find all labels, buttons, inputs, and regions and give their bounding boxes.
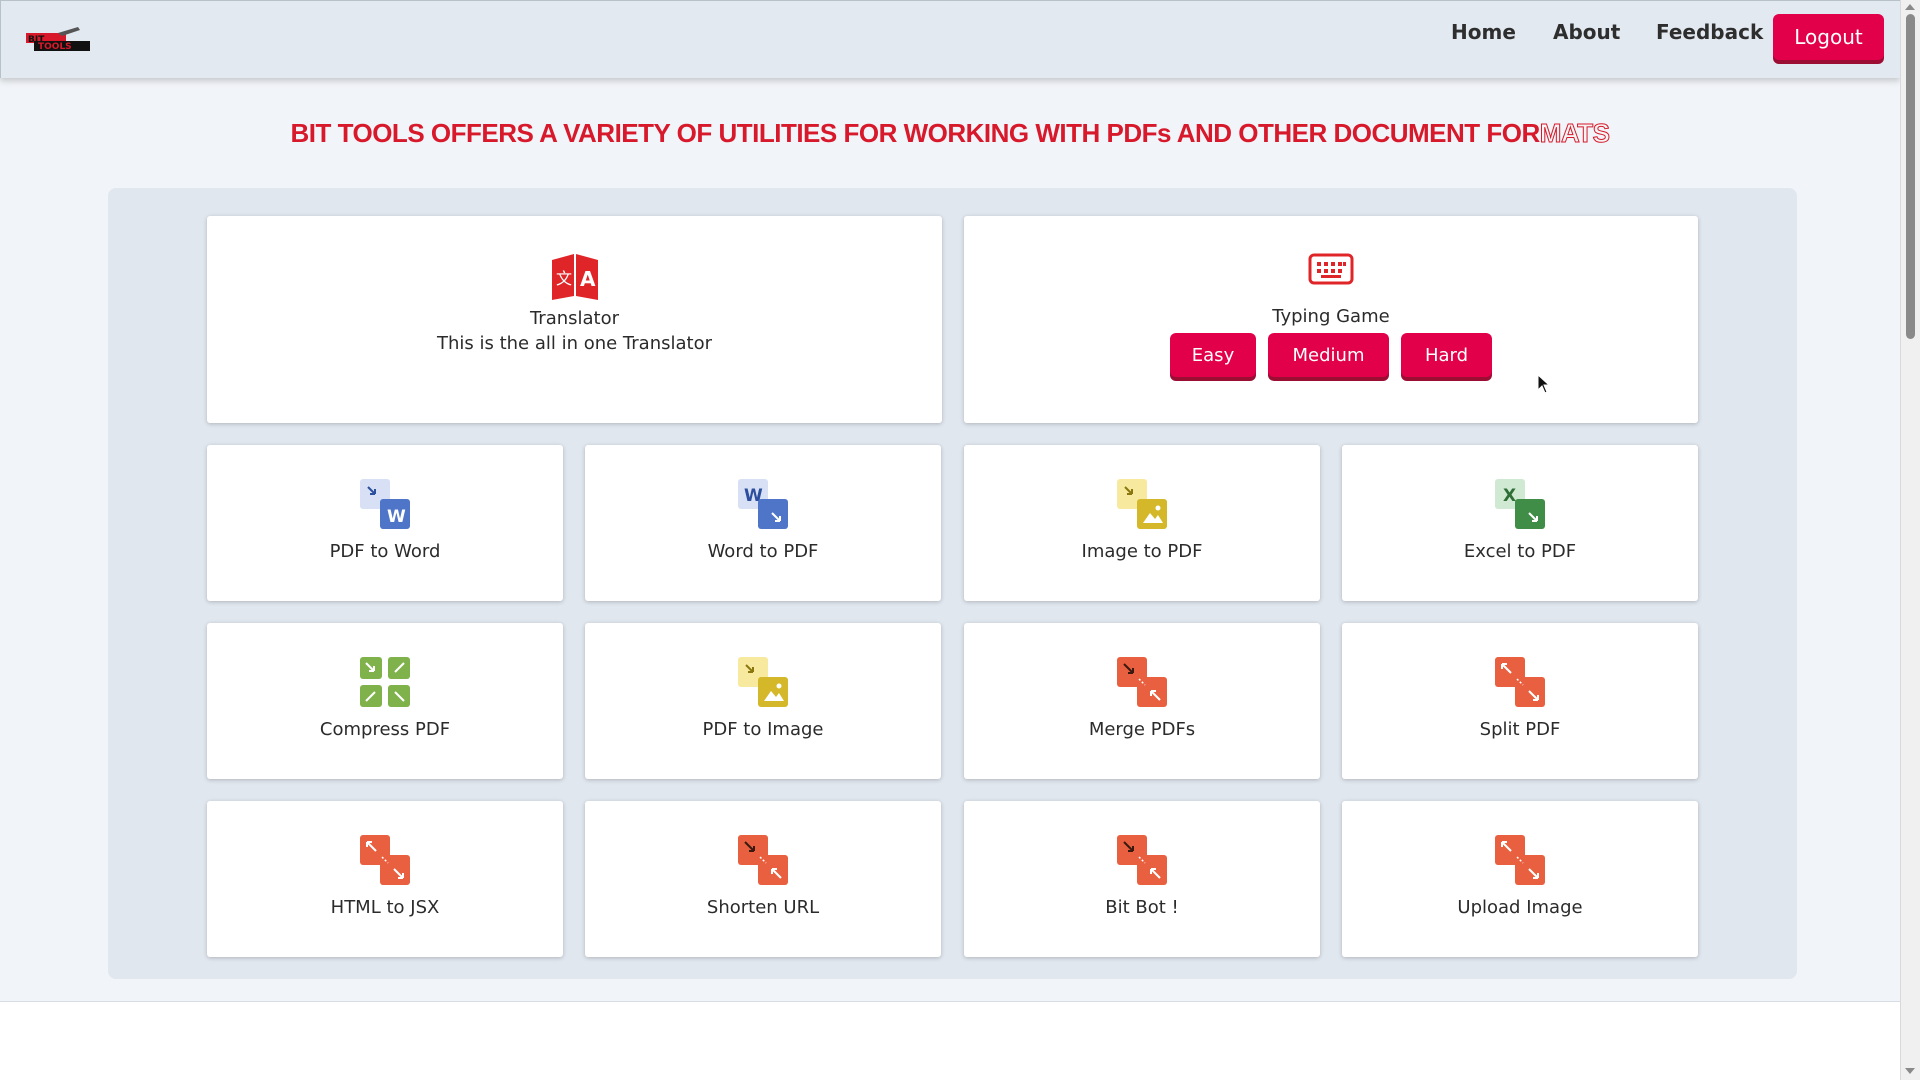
- tool-label: Upload Image: [1457, 897, 1583, 918]
- easy-button[interactable]: Easy: [1170, 333, 1256, 377]
- image-to-pdf-icon: [1115, 477, 1169, 535]
- pdf-to-word-icon: W: [358, 477, 412, 535]
- word-to-pdf-icon: W: [736, 477, 790, 535]
- split-icon: [1493, 655, 1547, 713]
- excel-to-pdf-icon: X: [1493, 477, 1547, 535]
- tool-card-upload-image[interactable]: Upload Image: [1342, 801, 1698, 957]
- tool-label: Split PDF: [1479, 719, 1561, 740]
- scroll-up-icon[interactable]: [1905, 4, 1915, 10]
- merge-icon: [1115, 655, 1169, 713]
- svg-text:W: W: [387, 507, 406, 527]
- headline-main: BIT TOOLS OFFERS A VARIETY OF UTILITIES …: [290, 118, 1540, 148]
- nav-feedback-link[interactable]: Feedback: [1656, 20, 1763, 44]
- headline-outline: MATS: [1539, 118, 1610, 149]
- translator-subtitle: This is the all in one Translator: [436, 333, 713, 354]
- logout-button[interactable]: Logout: [1773, 14, 1884, 60]
- svg-text:文: 文: [556, 269, 572, 288]
- tool-label: Excel to PDF: [1463, 541, 1577, 562]
- tool-card-compress-pdf[interactable]: Compress PDF: [207, 623, 563, 779]
- tool-card-bit-bot[interactable]: Bit Bot !: [964, 801, 1320, 957]
- tool-label: PDF to Word: [329, 541, 441, 562]
- tool-label: Image to PDF: [1081, 541, 1203, 562]
- keyboard-icon: [1308, 253, 1354, 285]
- tool-card-html-to-jsx[interactable]: HTML to JSX: [207, 801, 563, 957]
- nav-about-link[interactable]: About: [1553, 20, 1620, 44]
- tool-label: Compress PDF: [319, 719, 451, 740]
- tool-card-shorten-url[interactable]: Shorten URL: [585, 801, 941, 957]
- tool-card-image-to-pdf[interactable]: Image to PDF: [964, 445, 1320, 601]
- translate-icon: 文 A: [551, 254, 598, 300]
- tool-label: Merge PDFs: [1088, 719, 1196, 740]
- tool-label: PDF to Image: [702, 719, 824, 740]
- typing-game-card: Typing Game Easy Medium Hard: [964, 216, 1698, 423]
- scrollbar-thumb[interactable]: [1906, 14, 1915, 339]
- tool-card-word-to-pdf[interactable]: W Word to PDF: [585, 445, 941, 601]
- tool-card-split-pdf[interactable]: Split PDF: [1342, 623, 1698, 779]
- tool-card-excel-to-pdf[interactable]: X Excel to PDF: [1342, 445, 1698, 601]
- tool-card-pdf-to-word[interactable]: W PDF to Word: [207, 445, 563, 601]
- tool-label: Bit Bot !: [1105, 897, 1179, 918]
- bit-tools-logo[interactable]: BIT TOOLS: [26, 27, 92, 53]
- expand-icon: [358, 833, 412, 891]
- nav-home-link[interactable]: Home: [1451, 20, 1516, 44]
- mouse-cursor-icon: [1537, 374, 1551, 394]
- tool-card-pdf-to-image[interactable]: PDF to Image: [585, 623, 941, 779]
- tool-label: Shorten URL: [706, 897, 820, 918]
- translator-card[interactable]: 文 A Translator This is the all in one Tr…: [207, 216, 942, 423]
- page-headline: BIT TOOLS OFFERS A VARIETY OF UTILITIES …: [0, 118, 1900, 149]
- merge-icon: [736, 833, 790, 891]
- compress-icon: [358, 655, 412, 713]
- typing-game-title: Typing Game: [1272, 306, 1390, 327]
- merge-icon: [1115, 833, 1169, 891]
- svg-text:X: X: [1503, 486, 1516, 506]
- hard-button[interactable]: Hard: [1401, 333, 1492, 377]
- navbar: BIT TOOLS Home About Feedback Logout: [0, 0, 1900, 78]
- pdf-to-image-icon: [736, 655, 790, 713]
- tool-card-merge-pdfs[interactable]: Merge PDFs: [964, 623, 1320, 779]
- tool-label: HTML to JSX: [330, 897, 440, 918]
- expand-icon: [1493, 833, 1547, 891]
- translator-title: Translator: [529, 308, 620, 329]
- tool-label: Word to PDF: [707, 541, 819, 562]
- svg-text:TOOLS: TOOLS: [38, 42, 72, 52]
- scroll-down-icon[interactable]: [1905, 1068, 1915, 1074]
- medium-button[interactable]: Medium: [1268, 333, 1389, 377]
- svg-text:A: A: [580, 267, 596, 291]
- page-bottom: [0, 1002, 1900, 1080]
